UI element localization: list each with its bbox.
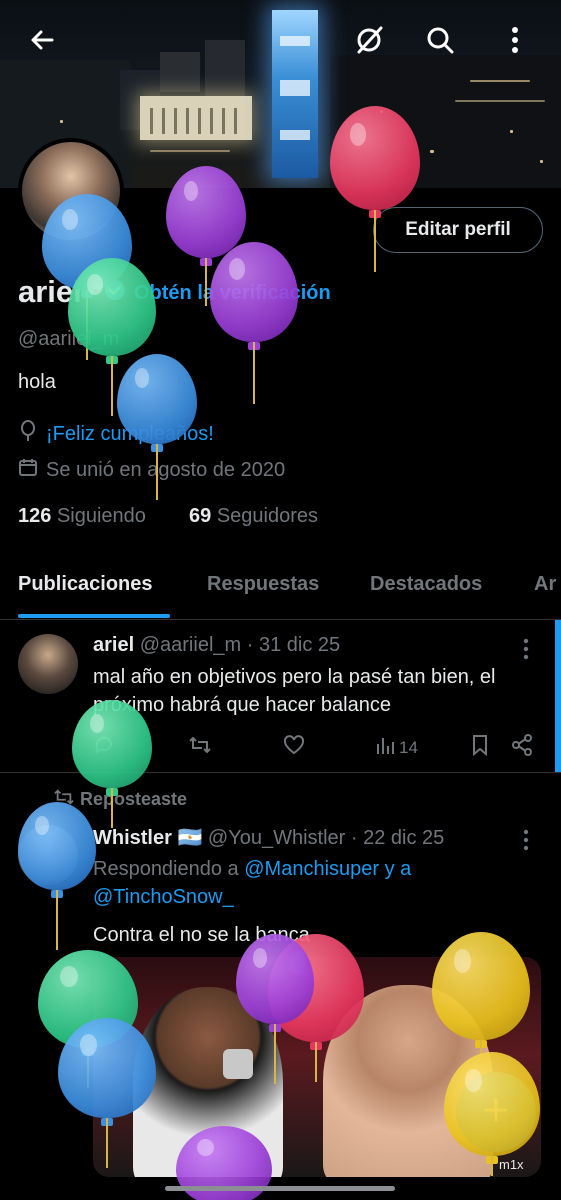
post-more-icon[interactable] (522, 638, 530, 665)
views-button[interactable]: 14 (375, 734, 418, 761)
back-button[interactable] (22, 22, 62, 62)
balloon-decoration (330, 106, 420, 272)
post-scroll-highlight (555, 620, 561, 772)
post-avatar[interactable] (18, 634, 78, 694)
balloon-decoration (210, 242, 298, 404)
tab-articulos[interactable]: Ar (534, 573, 556, 596)
followers-label: Seguidores (216, 505, 318, 527)
back-arrow-icon (28, 26, 56, 59)
balloon-decoration (18, 802, 96, 950)
following-label: Siguiendo (56, 505, 146, 527)
search-button[interactable] (420, 22, 460, 62)
balloon-decoration (68, 258, 156, 416)
balloon-decoration (432, 932, 530, 1060)
balloon-decoration (72, 700, 152, 828)
tab-publicaciones[interactable]: Publicaciones (18, 573, 153, 596)
balloon-decoration (444, 1052, 540, 1176)
like-icon (283, 734, 305, 761)
repost-button[interactable] (188, 734, 212, 761)
tab-respuestas[interactable]: Respuestas (207, 573, 319, 596)
repost-icon (188, 734, 212, 761)
active-tab-indicator (18, 614, 170, 618)
balloon-icon (18, 420, 38, 448)
followers-count: 69 (189, 505, 212, 527)
views-icon (375, 734, 395, 761)
balloon-decoration (58, 1018, 156, 1168)
share-button[interactable] (511, 734, 533, 761)
post-author[interactable]: Whistler 🇦🇷 (93, 827, 202, 849)
search-icon (425, 25, 455, 60)
repost-label: Reposteaste (80, 789, 188, 809)
bookmark-button[interactable] (470, 734, 490, 761)
edit-profile-button[interactable]: Editar perfil (373, 207, 543, 253)
joined-row: Se unió en agosto de 2020 (18, 457, 285, 483)
calendar-icon (18, 457, 38, 483)
share-icon (511, 734, 533, 761)
media-badge: m1x (499, 1157, 524, 1172)
following-count: 126 (18, 505, 52, 527)
bookmark-icon (470, 734, 490, 761)
followers-stat[interactable]: 69 Seguidores (189, 505, 318, 528)
post-handle: @You_Whistler (207, 827, 346, 849)
post-more-icon[interactable] (522, 829, 530, 856)
views-count: 14 (399, 737, 418, 757)
joined-text: Se unió en agosto de 2020 (46, 458, 286, 481)
post-date: · 22 dic 25 (350, 827, 445, 849)
post-text: mal año en objetivos pero la pasé tan bi… (93, 666, 496, 716)
post-handle: @aariiel_m (139, 634, 242, 656)
home-indicator[interactable] (165, 1186, 395, 1191)
profile-bio: hola (18, 371, 56, 393)
following-stat[interactable]: 126 Siguiendo (18, 505, 146, 528)
balloon-decoration (117, 354, 197, 500)
microphone (223, 1049, 253, 1079)
reply-prefix: Respondiendo a (93, 858, 239, 880)
more-vert-icon (510, 25, 520, 60)
more-options-button[interactable] (495, 22, 535, 62)
post-date: · 31 dic 25 (246, 634, 341, 656)
tab-destacados[interactable]: Destacados (370, 573, 482, 596)
like-button[interactable] (283, 734, 305, 761)
post-author[interactable]: ariel (93, 634, 134, 656)
grok-button[interactable] (349, 22, 389, 62)
reply-user-link[interactable]: @Manchisuper (244, 858, 379, 880)
balloon-decoration (236, 934, 314, 1084)
reply-and: y a (384, 858, 412, 880)
grok-icon (353, 24, 385, 61)
reply-context: Respondiendo a @Manchisuper y a @TinchoS… (93, 855, 538, 911)
reply-user-link[interactable]: @TinchoSnow_ (93, 886, 234, 908)
